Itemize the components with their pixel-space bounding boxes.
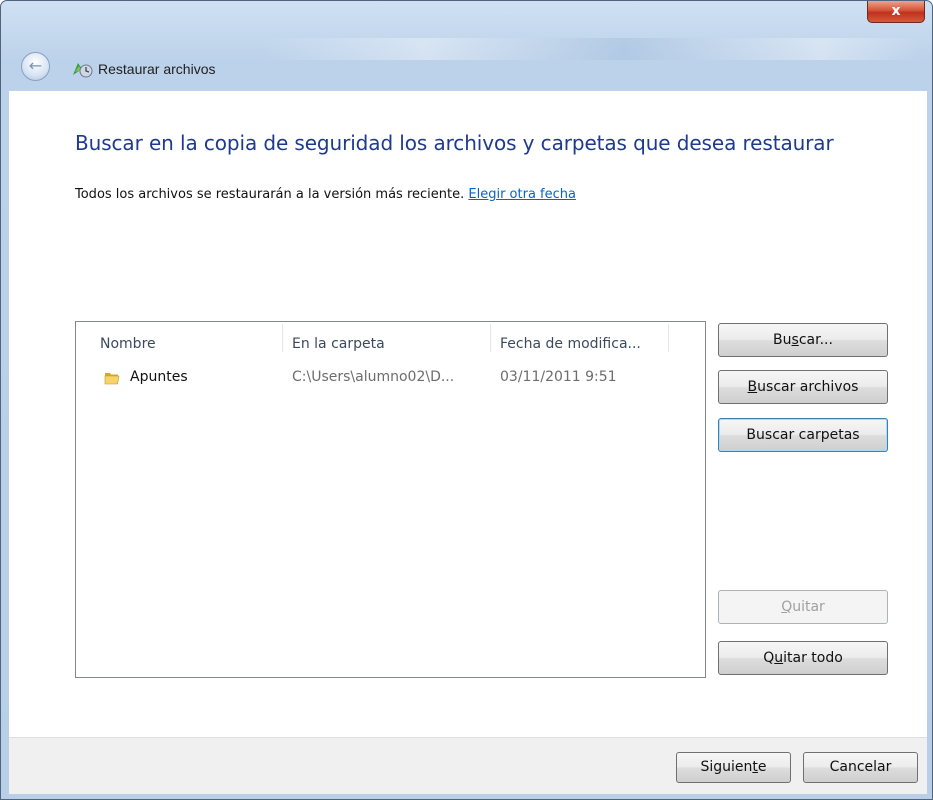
search-folders-label: Buscar carpetas [746,427,860,443]
remove-accel: Q [781,599,793,615]
cancel-button[interactable]: Cancelar [803,752,918,783]
back-button[interactable]: ← [21,52,50,81]
column-header-name[interactable]: Nombre [100,336,156,352]
background-address-bar [261,38,921,60]
next-label: Siguien [700,759,753,775]
info-line: Todos los archivos se restaurarán a la v… [75,187,576,202]
column-divider[interactable] [490,324,491,352]
next-label-end: e [757,759,767,775]
search-files-accel: B [747,379,758,395]
dialog-window: x ← Restaurar archivos Buscar en la copi… [0,0,933,800]
column-divider[interactable] [668,324,669,352]
search-files-label-end: uscar archivos [757,379,859,395]
content-area: Buscar en la copia de seguridad los arch… [9,91,927,739]
close-icon: x [891,3,901,19]
column-header-folder[interactable]: En la carpeta [292,336,385,352]
search-files-button[interactable]: Buscar archivos [718,370,888,404]
search-folders-button[interactable]: Buscar carpetas [718,418,888,452]
dialog-footer: Siguiente Cancelar [9,737,927,794]
search-button-accel: s [791,332,799,348]
row-folder: C:\Users\alumno02\D... [292,369,455,385]
choose-other-date-link[interactable]: Elegir otra fecha [468,187,576,202]
remove-button[interactable]: Quitar [718,590,888,624]
restore-app-icon [73,63,93,78]
search-button-label-end: car... [798,332,833,348]
remove-all-label-end: itar todo [783,650,843,666]
column-divider[interactable] [282,324,283,352]
remove-all-accel: u [774,650,784,666]
remove-label-end: uitar [792,599,825,615]
row-date: 03/11/2011 9:51 [500,369,617,385]
info-text: Todos los archivos se restaurarán a la v… [75,187,465,202]
close-button[interactable]: x [867,1,925,23]
next-button[interactable]: Siguiente [676,752,791,783]
remove-all-button[interactable]: Quitar todo [718,641,888,675]
column-header-date[interactable]: Fecha de modifica... [500,336,641,352]
page-heading: Buscar en la copia de seguridad los arch… [75,131,834,155]
row-name: Apuntes [130,369,188,385]
cancel-label: Cancelar [829,759,892,775]
remove-all-label: Q [763,650,775,666]
folder-icon [104,373,120,385]
files-list[interactable]: Nombre En la carpeta Fecha de modifica..… [75,321,706,678]
window-title: Restaurar archivos [98,61,216,77]
table-row[interactable]: Apuntes C:\Users\alumno02\D... 03/11/201… [76,364,705,390]
search-button[interactable]: Buscar... [718,323,888,357]
search-button-label: Bu [773,332,792,348]
back-arrow-icon: ← [28,56,43,75]
